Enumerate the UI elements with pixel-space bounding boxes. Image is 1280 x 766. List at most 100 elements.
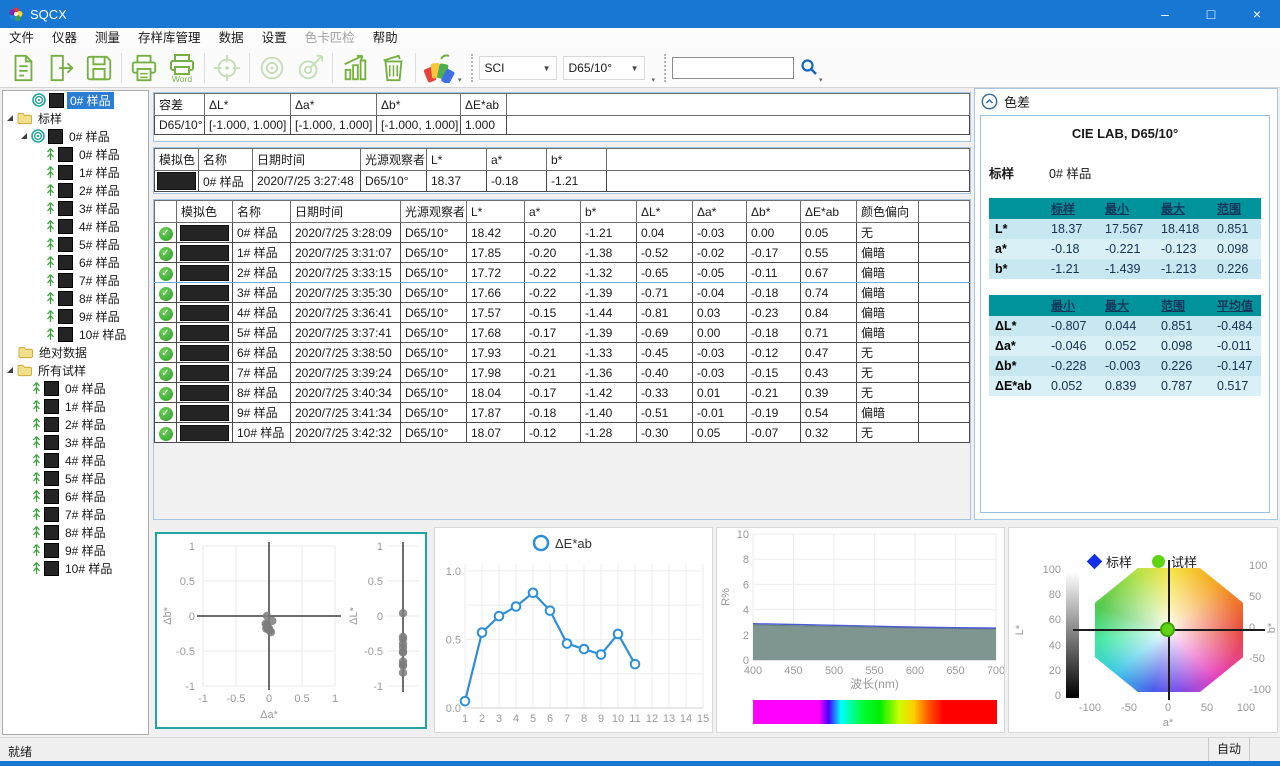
table-row[interactable]: ✓0# 样品2020/7/25 3:28:09D65/10°18.42-0.20… [155,223,970,243]
tree-item[interactable]: 10# 样品 [3,559,148,577]
new-document-button[interactable] [4,51,42,85]
table-row[interactable]: D65/10°[-1.000, 1.000][-1.000, 1.000][-1… [155,116,970,135]
tree-item[interactable]: 2# 样品 [3,181,148,199]
svg-text:-0.5: -0.5 [364,646,383,658]
tree-item[interactable]: 标样 [3,109,148,127]
tree-expander-icon[interactable] [7,115,13,121]
tree-item-label: 5# 样品 [62,470,109,487]
table-row[interactable]: ✓8# 样品2020/7/25 3:40:34D65/10°18.04-0.17… [155,383,970,403]
table-row[interactable]: ✓3# 样品2020/7/25 3:35:30D65/10°17.66-0.22… [155,283,970,303]
menu-item-8[interactable]: 帮助 [364,28,407,49]
reflectance-chart-panel[interactable]: 0246810400450500550600650700波长(nm)R% [716,527,1005,733]
tree-item[interactable]: 2# 样品 [3,415,148,433]
tree-item[interactable]: 6# 样品 [3,487,148,505]
svg-text:1.0: 1.0 [446,566,461,578]
toolbar-overflow-icon[interactable]: ▾ [458,76,462,84]
color-swatch [180,245,230,261]
sample-point-marker [1160,622,1175,637]
svg-text:1: 1 [377,541,383,553]
delete-button[interactable] [374,51,412,85]
pass-check-icon: ✓ [159,227,173,241]
deltae-trend-chart-panel[interactable]: ΔE*ab0.00.51.0123456789101112131415 [434,527,713,733]
sample-icon [32,471,41,485]
menu-item-2[interactable]: 仪器 [43,28,86,49]
tree-item[interactable]: 绝对数据 [3,343,148,361]
tree-item[interactable]: 0# 样品 [3,127,148,145]
svg-text:7: 7 [564,713,570,725]
tree-item[interactable]: 7# 样品 [3,505,148,523]
table-row[interactable]: ✓4# 样品2020/7/25 3:36:41D65/10°17.57-0.15… [155,303,970,323]
column-header: 平均值 [1211,295,1261,316]
tree-expander-icon[interactable] [7,367,13,373]
print-button[interactable] [125,51,163,85]
close-button[interactable]: × [1234,0,1280,28]
column-header: L* [427,149,487,171]
tree-item[interactable]: 3# 样品 [3,199,148,217]
table-row[interactable]: ✓10# 样品2020/7/25 3:42:32D65/10°18.07-0.1… [155,423,970,443]
tree-item-label: 5# 样品 [76,236,123,253]
tree-item[interactable]: 10# 样品 [3,325,148,343]
tree-item[interactable]: 1# 样品 [3,397,148,415]
search-icon[interactable] [800,58,818,79]
column-header: 日期时间 [291,201,401,223]
tree-expander-icon[interactable] [21,133,27,139]
svg-text:-0.5: -0.5 [227,693,246,705]
export-word-button[interactable]: Word [163,51,201,85]
menu-item-7[interactable]: 色卡匹检 [296,28,364,49]
tree-item[interactable]: 9# 样品 [3,307,148,325]
tree-item[interactable]: 5# 样品 [3,469,148,487]
tree-item[interactable]: 8# 样品 [3,523,148,541]
collapse-icon[interactable] [981,93,998,110]
table-row[interactable]: ✓9# 样品2020/7/25 3:41:34D65/10°17.87-0.18… [155,403,970,423]
save-button[interactable] [80,51,118,85]
color-swatch [58,237,73,252]
tree-item[interactable]: 0# 样品 [3,145,148,163]
mode-select[interactable]: SCI▼ [479,56,557,80]
tree-item[interactable]: 0# 样品 [3,91,148,109]
chevron-down-icon: ▼ [543,64,551,73]
menu-item-4[interactable]: 存样库管理 [129,28,210,49]
toolbar-overflow-icon[interactable]: ▾ [819,76,823,84]
tree-item-label: 6# 样品 [76,254,123,271]
export-report-button[interactable] [42,51,80,85]
ab-scatter-plot: -1-0.500.51-1-0.500.51Δa*Δb*-1-0.500.51Δ… [157,534,425,727]
menu-item-6[interactable]: 设置 [253,28,296,49]
stats-row: Δb*-0.228-0.0030.226-0.147 [989,356,1261,376]
color-cards-button[interactable] [419,51,457,85]
tree-item[interactable]: 6# 样品 [3,253,148,271]
maximize-button[interactable]: □ [1188,0,1234,28]
statistics-button[interactable] [336,51,374,85]
menu-item-1[interactable]: 文件 [0,28,43,49]
tree-item[interactable]: 4# 样品 [3,451,148,469]
illuminant-select[interactable]: D65/10°▼ [563,56,645,80]
table-row[interactable]: ✓1# 样品2020/7/25 3:31:07D65/10°17.85-0.20… [155,243,970,263]
lab-wheel-chart-panel[interactable]: 标样试样020406080100L*-100-50050100b*-100-50… [1008,527,1278,733]
scatter-chart-panel[interactable]: -1-0.500.51-1-0.500.51Δa*Δb*-1-0.500.51Δ… [155,532,427,729]
menu-item-3[interactable]: 测量 [86,28,129,49]
table-row[interactable]: 0# 样品2020/7/25 3:27:48D65/10°18.37-0.18-… [155,171,970,192]
tree-item-label: 2# 样品 [76,182,123,199]
svg-text:Word: Word [172,74,192,83]
tree-item[interactable]: 5# 样品 [3,235,148,253]
table-row[interactable]: ✓2# 样品2020/7/25 3:33:15D65/10°17.72-0.22… [155,263,970,283]
tree-item[interactable]: 8# 样品 [3,289,148,307]
table-row[interactable]: ✓7# 样品2020/7/25 3:39:24D65/10°17.98-0.21… [155,363,970,383]
minimize-button[interactable]: – [1142,0,1188,28]
tree-item[interactable]: 3# 样品 [3,433,148,451]
delta-stats-table: 最小最大范围平均值ΔL*-0.8070.0440.851-0.484Δa*-0.… [989,295,1261,396]
toolbar-overflow-icon[interactable]: ▾ [652,76,656,84]
tree-item[interactable]: 1# 样品 [3,163,148,181]
tree-item[interactable]: 0# 样品 [3,379,148,397]
auto-button[interactable]: 自动 [1208,738,1250,761]
tree-item[interactable]: 7# 样品 [3,271,148,289]
table-row[interactable]: ✓5# 样品2020/7/25 3:37:41D65/10°17.68-0.17… [155,323,970,343]
search-input[interactable] [672,57,794,79]
column-header: b* [547,149,607,171]
tree-item[interactable]: 9# 样品 [3,541,148,559]
new-document-icon [8,53,38,83]
l-axis-tick: 0 [1031,690,1061,702]
tree-item[interactable]: 4# 样品 [3,217,148,235]
table-row[interactable]: ✓6# 样品2020/7/25 3:38:50D65/10°17.93-0.21… [155,343,970,363]
menu-item-5[interactable]: 数据 [210,28,253,49]
tree-item[interactable]: 所有试样 [3,361,148,379]
